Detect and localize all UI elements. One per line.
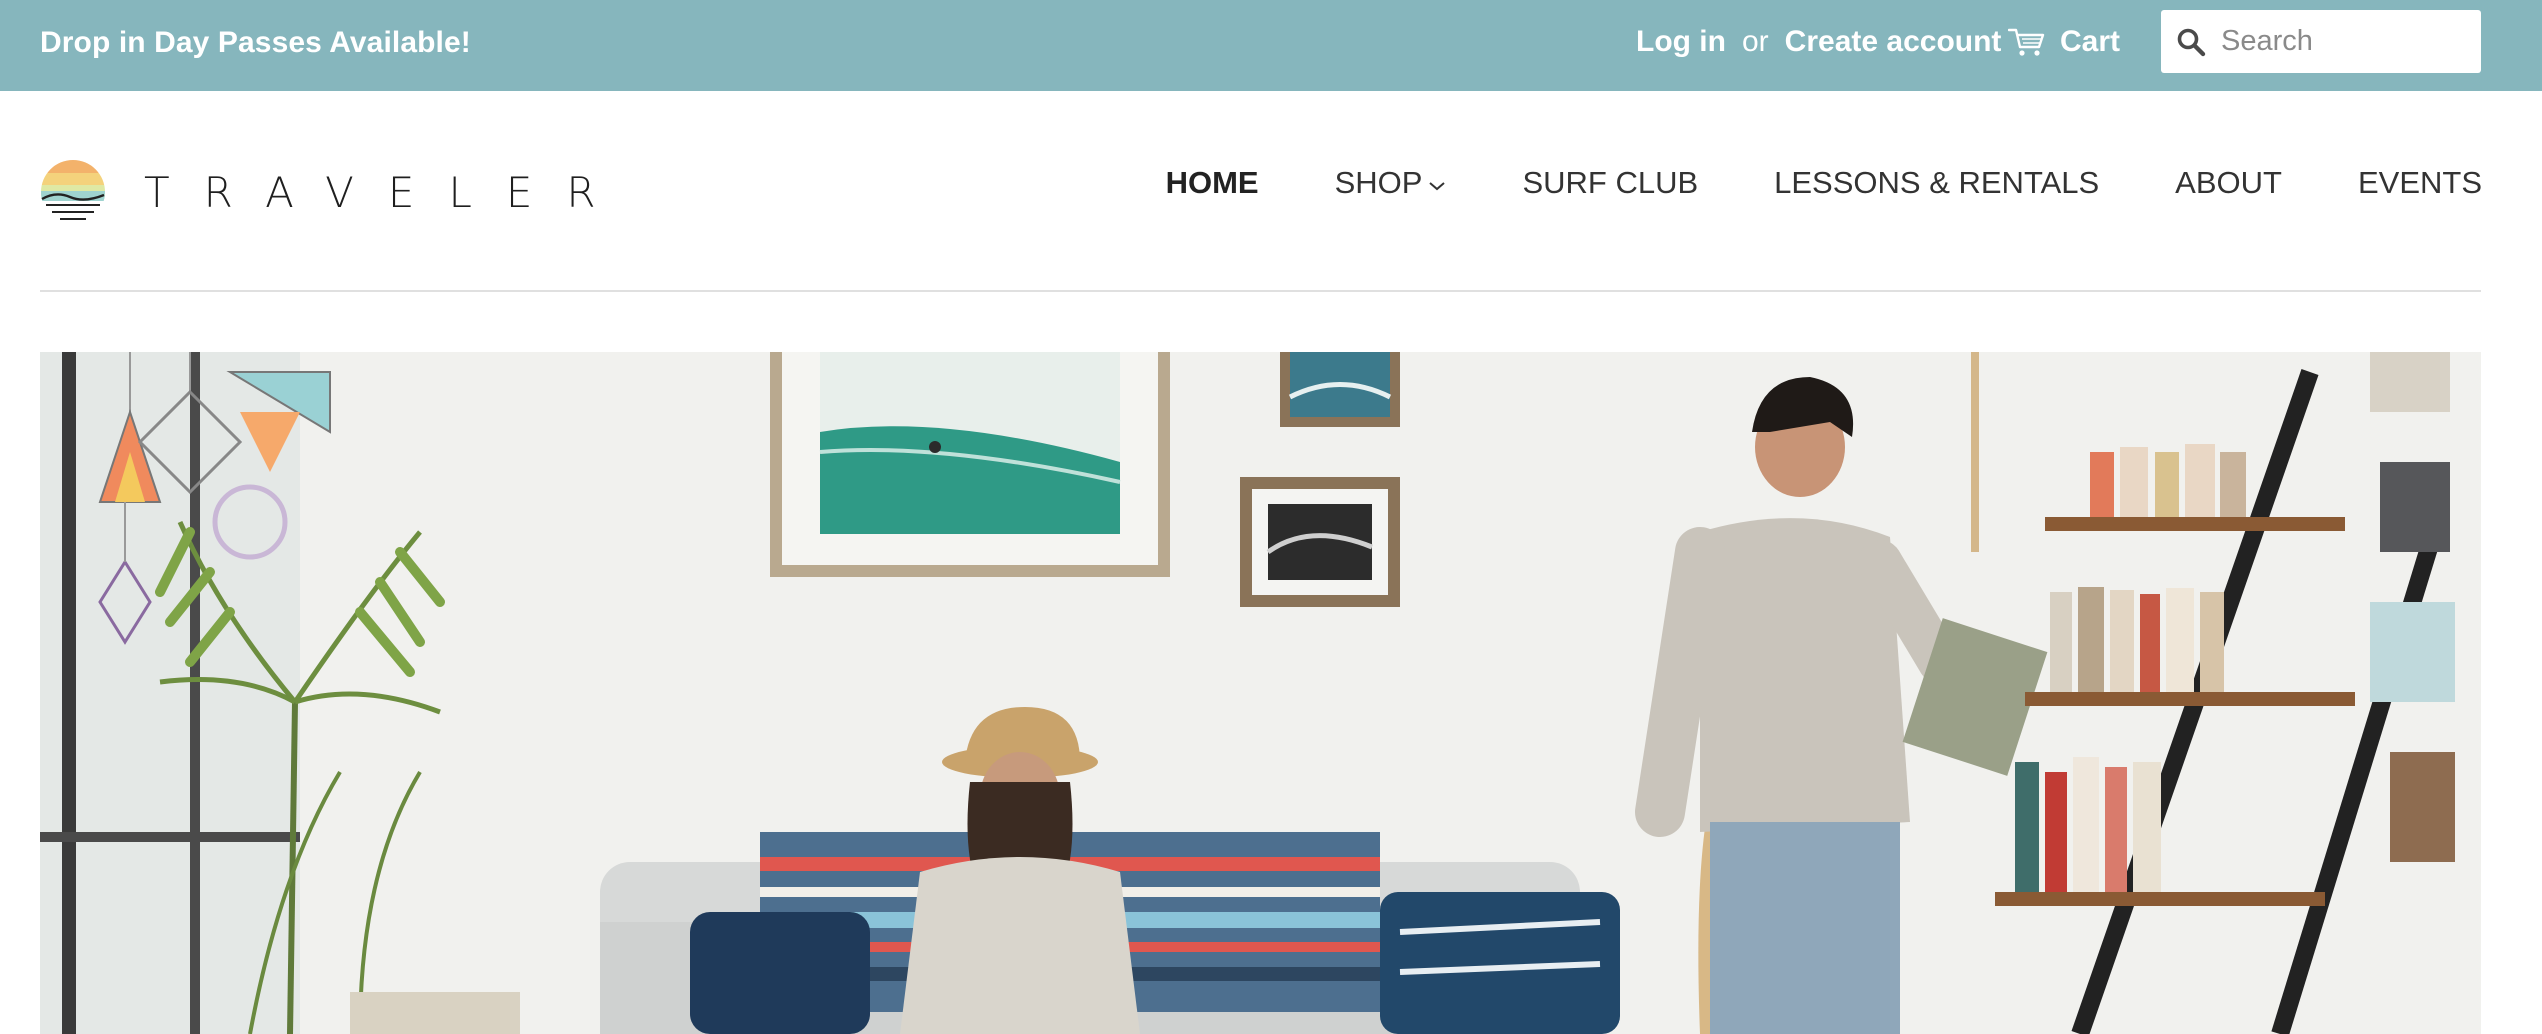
- search-icon[interactable]: [2161, 10, 2221, 73]
- nav-item-surf-club[interactable]: SURF CLUB: [1522, 165, 1698, 201]
- search-input[interactable]: [2221, 11, 2471, 72]
- announcement-bar: Drop in Day Passes Available! Log in or …: [0, 0, 2542, 91]
- account-links: Log in or Create account: [1636, 0, 2001, 84]
- chevron-down-icon: [1429, 182, 1446, 191]
- nav-item-events[interactable]: EVENTS: [2358, 165, 2482, 201]
- create-account-link[interactable]: Create account: [1785, 25, 2002, 59]
- nav-item-shop-label: SHOP: [1334, 165, 1423, 200]
- announcement-text: Drop in Day Passes Available!: [40, 26, 471, 59]
- bw-print-frame: [1240, 477, 1400, 607]
- site-header: TRAVELER HOME SHOP SURF CLUB LESSONS & R…: [0, 91, 2542, 291]
- sunset-logo-icon: [41, 160, 105, 224]
- nav-item-shop[interactable]: SHOP: [1335, 165, 1447, 201]
- wave-print-frame: [1280, 352, 1400, 427]
- header-divider: [40, 290, 2481, 292]
- login-link[interactable]: Log in: [1636, 25, 1726, 59]
- hero-illustration: [40, 352, 2481, 1034]
- search-box: [2161, 10, 2481, 73]
- main-navigation: HOME SHOP SURF CLUB LESSONS & RENTALS AB…: [1090, 153, 2482, 213]
- cart-label: Cart: [2060, 25, 2121, 58]
- surf-print-frame: [770, 352, 1170, 577]
- cart-link[interactable]: Cart: [2008, 0, 2120, 84]
- or-separator: or: [1741, 25, 1769, 58]
- hero-image: [40, 352, 2481, 1034]
- cart-icon: [2008, 28, 2045, 56]
- site-logo[interactable]: TRAVELER: [40, 159, 630, 225]
- brand-wordmark: TRAVELER: [144, 167, 630, 217]
- nav-item-about[interactable]: ABOUT: [2175, 165, 2282, 201]
- nav-item-home[interactable]: HOME: [1166, 165, 1259, 201]
- nav-item-lessons-rentals[interactable]: LESSONS & RENTALS: [1774, 165, 2099, 201]
